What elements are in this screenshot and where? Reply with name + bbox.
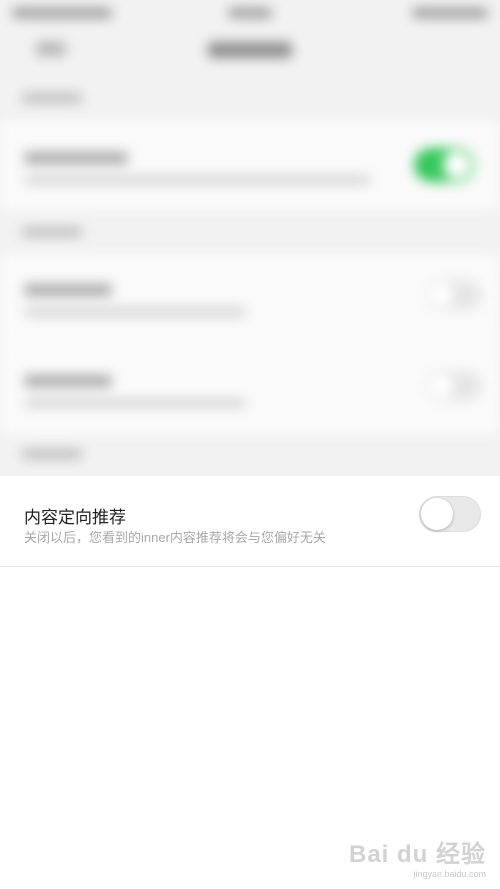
row-title [24, 375, 112, 387]
empty-area: Bai du 经验 jingyan.baidu.com [0, 567, 500, 889]
back-button[interactable] [36, 42, 66, 56]
settings-row[interactable] [0, 345, 500, 435]
watermark-brand: Bai du 经验 [348, 841, 486, 868]
toggle-switch-off[interactable] [426, 371, 482, 401]
row-subtitle [24, 308, 246, 316]
settings-row[interactable] [0, 120, 500, 210]
watermark-url: jingyan.baidu.com [413, 869, 486, 879]
content-recommendation-toggle[interactable] [419, 496, 481, 532]
row-title [24, 284, 112, 296]
section-header [22, 93, 82, 103]
toggle-switch-off[interactable] [426, 280, 482, 310]
row-subtitle [24, 176, 370, 184]
settings-row[interactable] [0, 254, 500, 344]
section-header [22, 227, 82, 237]
navigation-bar [0, 26, 500, 82]
toggle-switch-on[interactable] [414, 148, 474, 182]
toggle-knob [421, 498, 453, 530]
status-battery-icon [412, 8, 488, 18]
content-recommendation-title: 内容定向推荐 [24, 508, 126, 527]
section-header [22, 449, 82, 459]
blurred-settings-background [0, 0, 500, 476]
row-subtitle [24, 399, 246, 407]
status-carrier-signal [12, 8, 112, 18]
baidu-jingyan-watermark: Bai du 经验 jingyan.baidu.com [349, 834, 486, 879]
page-title [208, 42, 292, 58]
content-recommendation-subtitle: 关闭以后，您看到的inner内容推荐将会与您偏好无关 [24, 530, 326, 545]
row-title [24, 152, 128, 164]
status-bar [0, 0, 500, 26]
status-time [228, 8, 272, 18]
